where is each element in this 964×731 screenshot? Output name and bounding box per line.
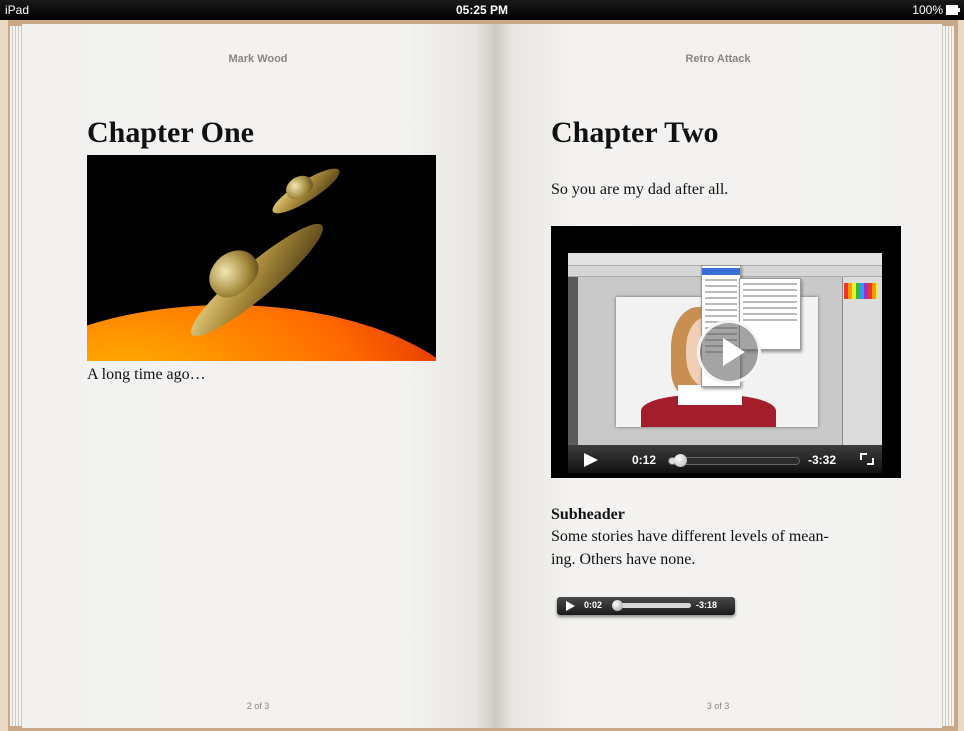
chapter-two-title: Chapter Two [551,116,719,149]
video-play-overlay-icon[interactable] [697,320,761,384]
chapter-one-caption: A long time ago… [87,366,206,383]
audio-player[interactable]: 0:02 -3:18 [557,597,735,615]
subheader: Subheader [551,506,625,523]
page-stack-left [10,26,22,726]
running-head-title: Retro Attack [685,53,751,65]
audio-remaining: -3:18 [696,600,718,610]
fullscreen-icon[interactable] [860,453,874,465]
video-play-icon[interactable] [584,453,598,467]
battery-icon [946,5,960,15]
audio-scrubber-knob[interactable] [611,600,623,611]
small-ufo [267,161,347,223]
chapter-one-title: Chapter One [87,116,254,149]
video-elapsed: 0:12 [632,453,657,467]
audio-scrubber[interactable] [611,600,691,611]
audio-elapsed: 0:02 [584,600,603,610]
battery-percent: 100% [912,3,943,17]
chapter-two-intro: So you are my dad after all. [551,181,729,198]
page-number-left: 2 of 3 [246,701,270,711]
running-head-author: Mark Wood [228,53,288,65]
large-ufo [172,212,334,348]
status-bar: iPad 05:25 PM 100% [0,0,964,20]
video-scrubber-knob[interactable] [673,454,687,467]
page-number-right: 3 of 3 [706,701,730,711]
battery-indicator: 100% [912,3,960,17]
body-text-line-2: ing. Others have none. [551,551,696,568]
video-player[interactable]: 0:12 -3:32 [551,226,901,478]
video-controls: 0:12 -3:32 [568,445,882,473]
body-text-line-1: Some stories have different levels of me… [551,528,829,545]
audio-play-icon[interactable] [566,601,575,611]
page-stack-right [942,26,954,726]
video-remaining: -3:32 [808,453,837,467]
clock: 05:25 PM [455,3,509,17]
video-scrubber[interactable] [668,454,800,467]
ufo-illustration [87,155,436,361]
